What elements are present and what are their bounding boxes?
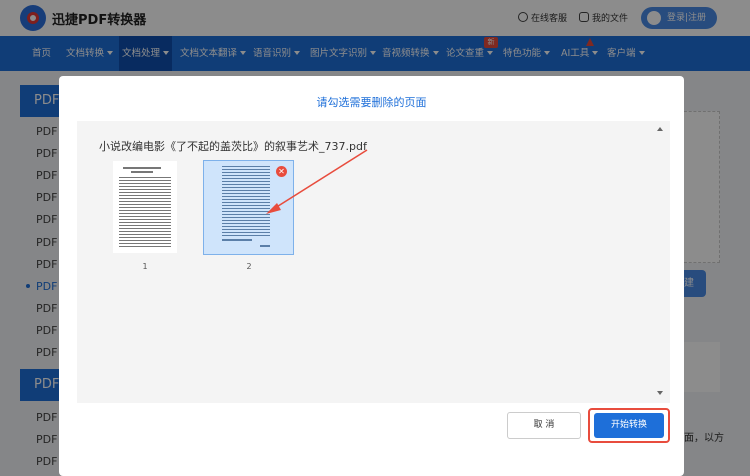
page-number: 1: [142, 262, 148, 271]
text-line: [123, 167, 161, 169]
start-convert-button[interactable]: 开始转换: [594, 413, 664, 438]
dialog-title: 请勾选需要删除的页面: [316, 96, 427, 109]
scroll-down-icon[interactable]: [657, 391, 663, 395]
text-block: [119, 177, 171, 247]
start-button-highlight: 开始转换: [588, 408, 670, 443]
text-line: [131, 171, 153, 173]
page-selection-area[interactable]: 小说改编电影《了不起的盖茨比》的叙事艺术_737.pdf 1 ✕ 2: [77, 121, 670, 403]
cancel-button[interactable]: 取 消: [507, 412, 581, 439]
text-line: [260, 245, 270, 247]
text-line: [222, 239, 252, 241]
page-thumbnail-1[interactable]: [113, 161, 177, 253]
page-number: 2: [246, 262, 252, 271]
scroll-up-icon[interactable]: [657, 127, 663, 131]
delete-mark-icon[interactable]: ✕: [276, 166, 287, 177]
delete-pages-dialog: 请勾选需要删除的页面 小说改编电影《了不起的盖茨比》的叙事艺术_737.pdf …: [59, 76, 684, 476]
text-block: [222, 166, 270, 236]
page-thumbnail-2[interactable]: ✕: [203, 160, 294, 255]
file-name: 小说改编电影《了不起的盖茨比》的叙事艺术_737.pdf: [99, 140, 367, 153]
